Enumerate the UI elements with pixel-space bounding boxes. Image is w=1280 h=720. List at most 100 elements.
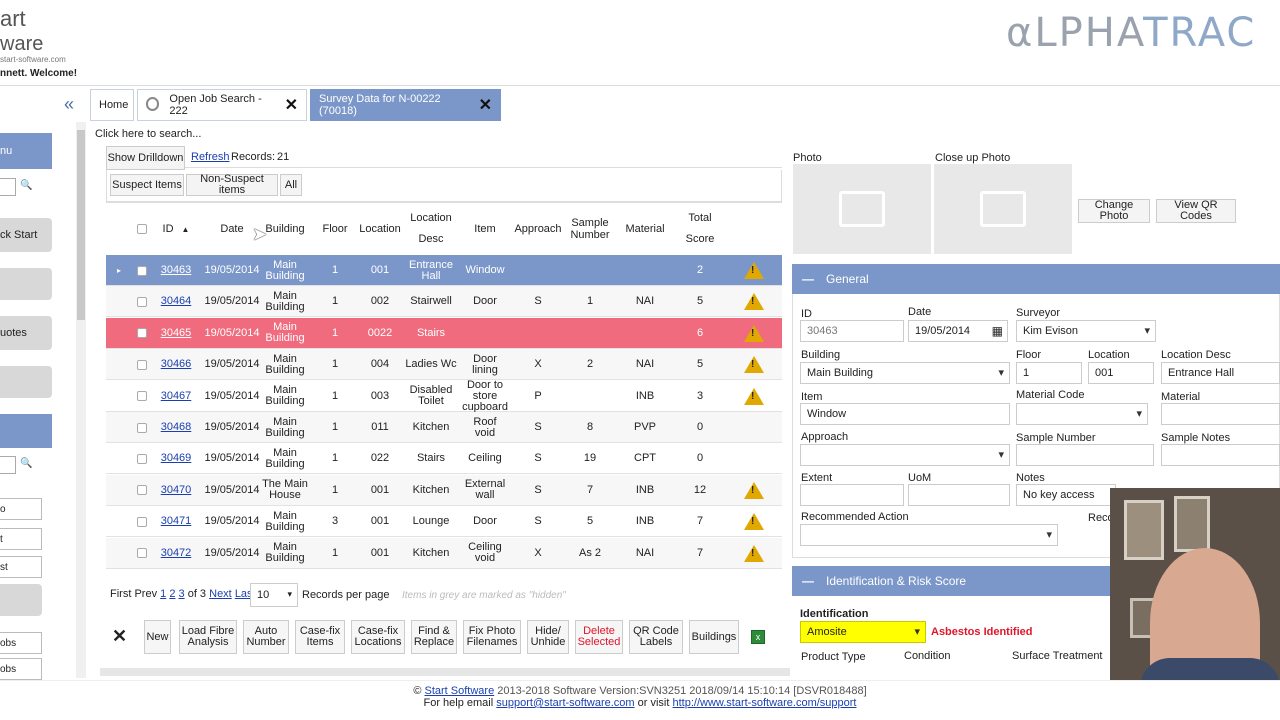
calendar-icon[interactable]: ▦ (992, 324, 1003, 338)
click-to-search[interactable]: Click here to search... (95, 128, 201, 140)
row-checkbox[interactable] (136, 318, 148, 349)
sidebar-quotes[interactable]: uotes (0, 316, 52, 350)
col-header-item[interactable]: Item (462, 203, 508, 255)
casefix-items-button[interactable]: Case-fix Items (295, 620, 345, 654)
scrollbar-thumb[interactable] (77, 130, 85, 320)
support-email-link[interactable]: support@start-software.com (496, 697, 634, 709)
auto-number-button[interactable]: Auto Number (243, 620, 289, 654)
filter-nonsuspect-button[interactable]: Non-Suspect items (186, 174, 278, 196)
cell-id[interactable]: 30469 (156, 443, 196, 474)
show-drilldown-button[interactable]: Show Drilldown (106, 146, 185, 170)
cell-id[interactable]: 30466 (156, 349, 196, 380)
row-checkbox[interactable] (136, 538, 148, 569)
pager-page-3[interactable]: 3 (179, 588, 185, 600)
company-link[interactable]: Start Software (425, 685, 495, 697)
col-header-location[interactable]: Location (356, 203, 404, 255)
cell-id[interactable]: 30470 (156, 475, 196, 506)
col-header-material[interactable]: Material (618, 203, 672, 255)
pager-page-2[interactable]: 2 (169, 588, 175, 600)
sidebar-item-blank-1[interactable] (0, 268, 52, 300)
location-field[interactable]: 001 (1088, 362, 1154, 384)
table-row[interactable]: 30466 19/05/2014 Main Building 1 004 Ladies W… (106, 349, 782, 381)
horizontal-scrollbar[interactable] (100, 668, 790, 676)
cell-id[interactable]: 30468 (156, 412, 196, 443)
sample-notes-field[interactable] (1161, 444, 1280, 466)
sidebar-item-obs[interactable]: obs (0, 632, 42, 654)
material-code-select[interactable] (1016, 403, 1148, 425)
row-checkbox[interactable] (136, 349, 148, 380)
cell-id[interactable]: 30463 (156, 255, 196, 286)
load-fibre-analysis-button[interactable]: Load Fibre Analysis (179, 620, 237, 654)
general-section-header[interactable]: — General (792, 264, 1280, 294)
sidebar-item-blank-2[interactable] (0, 366, 52, 398)
col-header-approach[interactable]: Approach (512, 203, 564, 255)
find-replace-button[interactable]: Find & Replace (411, 620, 457, 654)
close-tab-icon[interactable]: ✕ (285, 95, 298, 115)
tab-survey-data[interactable]: Survey Data for N-00222 (70018) ✕ (310, 89, 501, 121)
col-header-location-desc[interactable]: Location Desc (404, 203, 458, 255)
col-header-score[interactable]: Total Score (678, 203, 722, 255)
row-checkbox[interactable] (136, 412, 148, 443)
sidebar-item-o[interactable]: o (0, 498, 42, 520)
col-header-id[interactable]: ID ▲ (156, 203, 196, 255)
cell-id[interactable]: 30467 (156, 381, 196, 412)
row-checkbox[interactable] (136, 443, 148, 474)
sidebar-item-st[interactable]: st (0, 556, 42, 578)
extent-field[interactable] (800, 484, 904, 506)
support-url-link[interactable]: http://www.start-software.com/support (672, 697, 856, 709)
cell-id[interactable]: 30472 (156, 538, 196, 569)
id-field[interactable]: 30463 (800, 320, 904, 342)
filter-all-button[interactable]: All (280, 174, 302, 196)
pager-next[interactable]: Next (209, 588, 232, 600)
fix-photo-filenames-button[interactable]: Fix Photo Filenames (463, 620, 521, 654)
sidebar-search-input[interactable] (0, 178, 16, 196)
closeup-photo-placeholder[interactable] (934, 164, 1072, 254)
new-button[interactable]: New (144, 620, 171, 654)
search-icon[interactable]: 🔍 (20, 458, 32, 469)
sidebar-quick-start[interactable]: ck Start (0, 218, 52, 252)
cell-id[interactable]: 30471 (156, 506, 196, 537)
qr-code-labels-button[interactable]: QR Code Labels (629, 620, 683, 654)
photo-placeholder[interactable] (793, 164, 931, 254)
sidebar-section-header[interactable] (0, 414, 52, 448)
col-header-building[interactable]: Building (260, 203, 310, 255)
row-checkbox[interactable] (136, 381, 148, 412)
table-row[interactable]: 30471 19/05/2014 Main Building 3 001 Lounge Do… (106, 506, 782, 538)
recommended-action-select[interactable] (800, 524, 1058, 546)
select-all-checkbox[interactable] (136, 203, 148, 255)
sidebar-menu-header[interactable]: nu (0, 133, 52, 169)
expand-row-icon[interactable]: ▸ (114, 255, 124, 286)
table-row[interactable]: 30464 19/05/2014 Main Building 1 002 Stairwel… (106, 286, 782, 318)
pager-page-1[interactable]: 1 (160, 588, 166, 600)
table-row[interactable]: 30469 19/05/2014 Main Building 1 022 Stairs Ce… (106, 443, 782, 475)
location-desc-field[interactable]: Entrance Hall (1161, 362, 1280, 384)
sidebar-scrollbar[interactable] (76, 122, 86, 678)
sidebar-search-input-2[interactable] (0, 456, 16, 474)
close-tab-icon[interactable]: ✕ (479, 95, 492, 115)
surveyor-select[interactable]: Kim Evison (1016, 320, 1156, 342)
table-row[interactable]: 30472 19/05/2014 Main Building 1 001 Kitchen C… (106, 537, 782, 569)
refresh-link[interactable]: Refresh (191, 151, 230, 163)
notes-field[interactable]: No key access (1016, 484, 1116, 506)
buildings-button[interactable]: Buildings (689, 620, 739, 654)
row-checkbox[interactable] (136, 286, 148, 317)
identification-select[interactable]: Amosite (800, 621, 926, 643)
table-row[interactable]: 30467 19/05/2014 Main Building 1 003 Disabled… (106, 379, 782, 412)
floor-field[interactable]: 1 (1016, 362, 1082, 384)
table-row[interactable]: 30468 19/05/2014 Main Building 1 011 Kitchen R… (106, 412, 782, 443)
tab-open-job-search[interactable]: Open Job Search - 222 ✕ (137, 89, 307, 121)
approach-select[interactable] (800, 444, 1010, 466)
row-checkbox[interactable] (136, 255, 148, 286)
casefix-locations-button[interactable]: Case-fix Locations (351, 620, 405, 654)
material-field[interactable] (1161, 403, 1280, 425)
row-checkbox[interactable] (136, 506, 148, 537)
delete-selected-button[interactable]: Delete Selected (575, 620, 623, 654)
tab-home[interactable]: Home (90, 89, 134, 121)
date-field[interactable]: 19/05/2014 ▦ (908, 320, 1008, 342)
table-row[interactable]: 30470 19/05/2014 The Main House 1 001 Kitchen… (106, 474, 782, 506)
cell-id[interactable]: 30465 (156, 318, 196, 349)
hide-unhide-button[interactable]: Hide/ Unhide (527, 620, 569, 654)
sidebar-item-obs-2[interactable]: obs (0, 658, 42, 680)
filter-suspect-button[interactable]: Suspect Items (110, 174, 184, 196)
search-icon[interactable]: 🔍 (20, 180, 32, 191)
